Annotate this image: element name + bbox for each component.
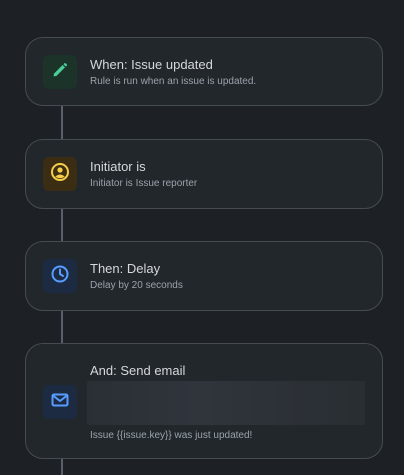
clock-icon bbox=[50, 264, 70, 289]
pencil-icon bbox=[50, 60, 70, 85]
condition-card[interactable]: Initiator is Initiator is Issue reporter bbox=[25, 139, 383, 209]
delay-action-card[interactable]: Then: Delay Delay by 20 seconds bbox=[25, 241, 383, 311]
step-title: When: Issue updated bbox=[90, 57, 213, 72]
step-title: Then: Delay bbox=[90, 261, 161, 276]
email-icon-tile bbox=[43, 385, 77, 419]
user-circle-icon bbox=[50, 162, 70, 187]
step-title: Initiator is bbox=[90, 159, 146, 174]
step-description: Rule is run when an issue is updated. bbox=[90, 76, 257, 87]
step-description: Issue {{issue.key}} was just updated! bbox=[90, 430, 253, 441]
step-description: Initiator is Issue reporter bbox=[90, 178, 198, 189]
trigger-card[interactable]: When: Issue updated Rule is run when an … bbox=[25, 37, 383, 106]
redacted-recipient-area bbox=[87, 381, 365, 425]
mail-icon bbox=[50, 390, 70, 415]
step-title: And: Send email bbox=[90, 363, 186, 378]
flow-connector bbox=[61, 459, 63, 475]
condition-icon-tile bbox=[43, 157, 77, 191]
flow-connector bbox=[61, 311, 63, 343]
step-description: Delay by 20 seconds bbox=[90, 280, 183, 291]
send-email-action-card[interactable]: And: Send email Issue {{issue.key}} was … bbox=[25, 343, 383, 459]
flow-connector bbox=[61, 209, 63, 241]
trigger-icon-tile bbox=[43, 55, 77, 89]
delay-icon-tile bbox=[43, 259, 77, 293]
flow-connector bbox=[61, 106, 63, 139]
